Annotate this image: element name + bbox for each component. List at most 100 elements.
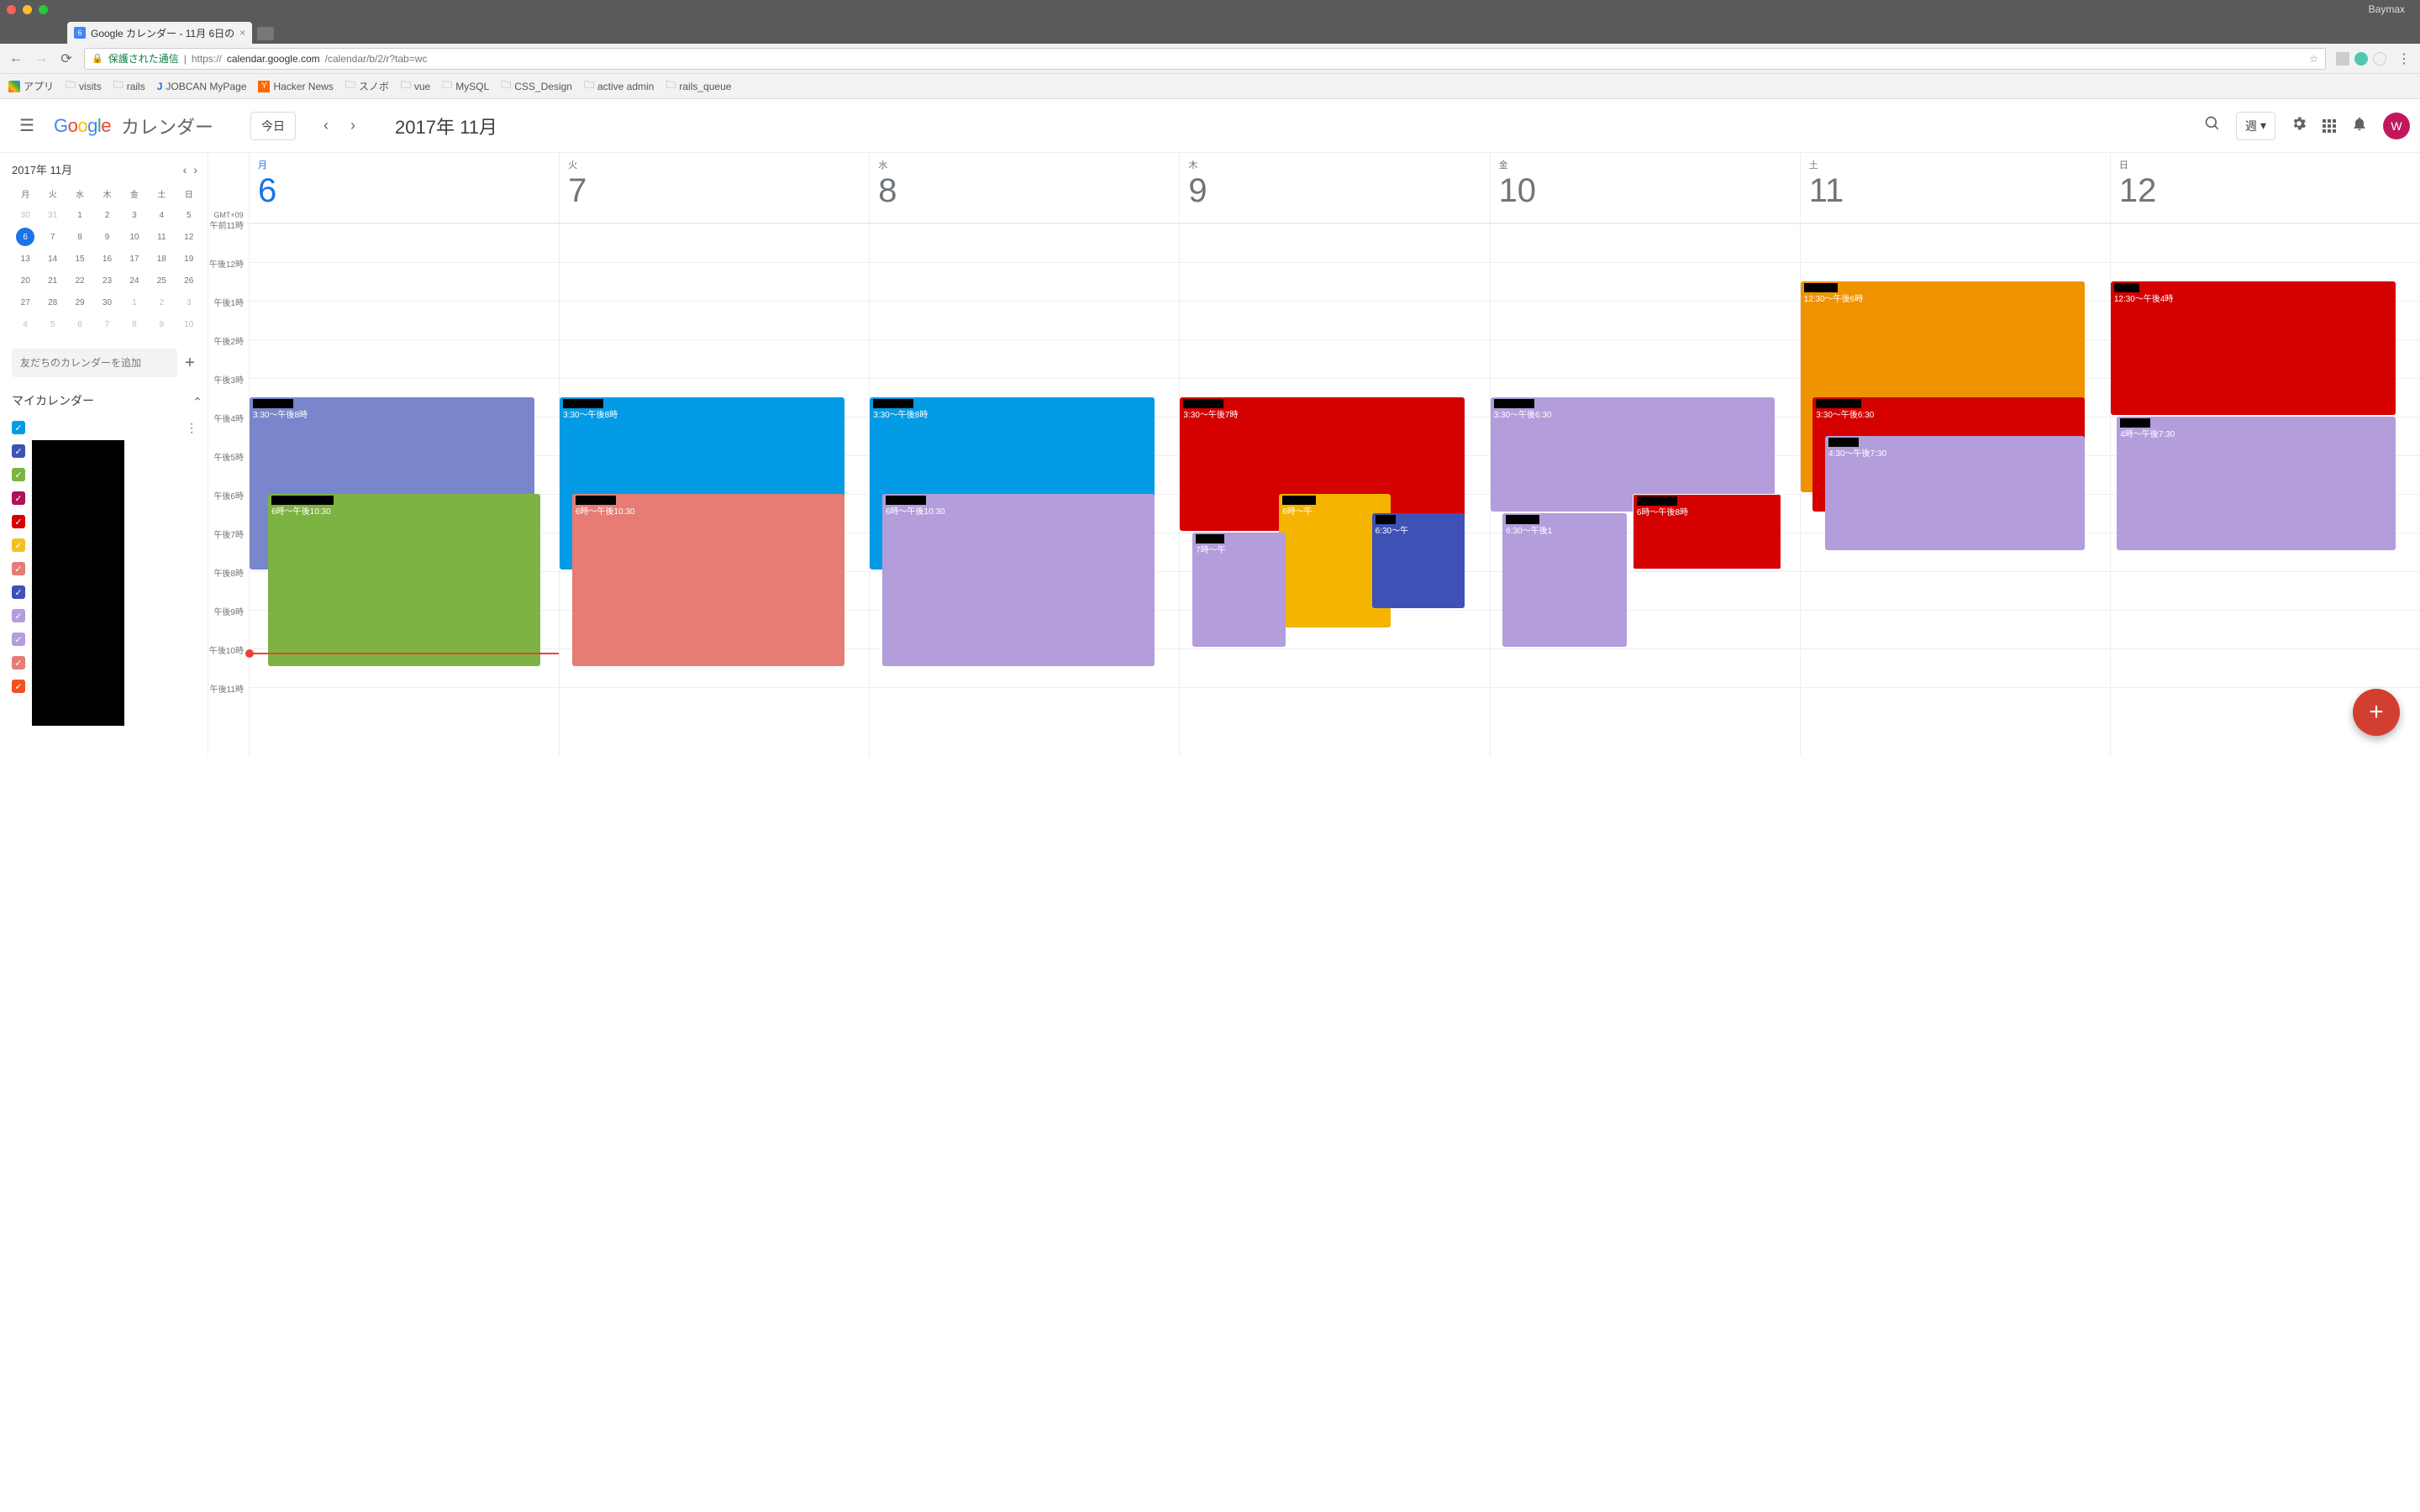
- mini-day[interactable]: 20: [12, 270, 39, 291]
- forward-icon[interactable]: →: [34, 51, 49, 66]
- calendar-event[interactable]: 6時〜午後10:30: [572, 494, 844, 666]
- calendar-checkbox[interactable]: ✓: [12, 421, 25, 434]
- mini-day[interactable]: 24: [121, 270, 148, 291]
- calendar-event[interactable]: 4時〜午後7:30: [2117, 417, 2395, 550]
- address-bar[interactable]: 🔒 保護された通信 | https://calendar.google.com/…: [84, 48, 2326, 70]
- create-event-fab[interactable]: +: [2353, 689, 2400, 736]
- mini-day[interactable]: 5: [176, 204, 203, 226]
- calendar-checkbox[interactable]: ✓: [12, 562, 25, 575]
- back-icon[interactable]: ←: [8, 51, 24, 66]
- bookmark-item[interactable]: JJOBCAN MyPage: [157, 81, 247, 92]
- mini-prev-icon[interactable]: ‹: [183, 163, 187, 176]
- add-friend-input[interactable]: [12, 349, 177, 377]
- mini-day[interactable]: 1: [121, 291, 148, 313]
- mini-day[interactable]: 8: [66, 226, 93, 248]
- google-apps-icon[interactable]: [2323, 119, 2336, 133]
- today-button[interactable]: 今日: [250, 112, 296, 140]
- calendar-checkbox[interactable]: ✓: [12, 585, 25, 599]
- mini-day[interactable]: 31: [39, 204, 66, 226]
- mini-next-icon[interactable]: ›: [193, 163, 197, 176]
- mini-day[interactable]: 3: [176, 291, 203, 313]
- mini-day[interactable]: 5: [39, 313, 66, 335]
- menu-icon[interactable]: ☰: [7, 115, 47, 136]
- mini-day[interactable]: 8: [121, 313, 148, 335]
- reload-icon[interactable]: ⟳: [59, 50, 74, 67]
- mini-day[interactable]: 22: [66, 270, 93, 291]
- calendar-checkbox[interactable]: ✓: [12, 491, 25, 505]
- mini-day[interactable]: 2: [93, 204, 120, 226]
- mini-day[interactable]: 17: [121, 248, 148, 270]
- mini-day[interactable]: 16: [93, 248, 120, 270]
- add-friend-plus-icon[interactable]: +: [177, 354, 203, 373]
- day-header[interactable]: 土11: [1800, 153, 2110, 223]
- day-column[interactable]: 12:30〜午後6時3:30〜午後6:304:30〜午後7:30: [1800, 223, 2110, 756]
- day-column[interactable]: 12:30〜午後4時4時〜午後7:30: [2110, 223, 2420, 756]
- extension-icon[interactable]: [2354, 52, 2368, 66]
- extension-icon[interactable]: [2336, 52, 2349, 66]
- bookmark-item[interactable]: 🗀active admin: [584, 77, 654, 95]
- mini-calendar[interactable]: 月火水木金土日303112345678910111213141516171819…: [12, 182, 203, 335]
- mini-day[interactable]: 13: [12, 248, 39, 270]
- calendar-checkbox[interactable]: ✓: [12, 515, 25, 528]
- mini-day[interactable]: 4: [12, 313, 39, 335]
- day-column[interactable]: 3:30〜午後7時6時〜午7時〜午6:30〜午: [1179, 223, 1489, 756]
- mini-day[interactable]: 10: [121, 226, 148, 248]
- mini-day[interactable]: 25: [148, 270, 175, 291]
- prev-period-icon[interactable]: ‹: [314, 112, 338, 140]
- calendar-event[interactable]: 6時〜午後8時: [1633, 494, 1781, 570]
- calendar-options-icon[interactable]: ⋮: [186, 421, 203, 435]
- notifications-icon[interactable]: [2351, 115, 2368, 137]
- search-icon[interactable]: [2204, 115, 2221, 137]
- chrome-menu-icon[interactable]: ⋮: [2396, 50, 2412, 67]
- mini-day[interactable]: 26: [176, 270, 203, 291]
- calendar-event[interactable]: 6:30〜午: [1372, 513, 1465, 608]
- mini-day[interactable]: 28: [39, 291, 66, 313]
- account-avatar[interactable]: W: [2383, 113, 2410, 139]
- mini-day[interactable]: 14: [39, 248, 66, 270]
- calendar-checkbox[interactable]: ✓: [12, 656, 25, 669]
- mini-day[interactable]: 7: [39, 226, 66, 248]
- gear-icon[interactable]: [2291, 115, 2307, 137]
- minimize-window-icon[interactable]: [23, 5, 32, 14]
- calendar-event[interactable]: 6:30〜午後1: [1502, 513, 1626, 647]
- calendar-checkbox[interactable]: ✓: [12, 633, 25, 646]
- mini-day[interactable]: 10: [176, 313, 203, 335]
- mini-day[interactable]: 1: [66, 204, 93, 226]
- extension-icon[interactable]: [2373, 52, 2386, 66]
- bookmark-item[interactable]: 🗀CSS_Design: [501, 77, 572, 95]
- mini-day[interactable]: 6: [66, 313, 93, 335]
- day-header[interactable]: 金10: [1490, 153, 1800, 223]
- mini-day[interactable]: 15: [66, 248, 93, 270]
- mini-day[interactable]: 21: [39, 270, 66, 291]
- calendar-event[interactable]: 6時〜午後10:30: [268, 494, 540, 666]
- bookmark-item[interactable]: 🗀visits: [66, 77, 102, 95]
- day-column[interactable]: 3:30〜午後8時6時〜午後10:30: [869, 223, 1179, 756]
- day-header[interactable]: 水8: [869, 153, 1179, 223]
- day-header[interactable]: 木9: [1179, 153, 1489, 223]
- bookmark-item[interactable]: 🗀MySQL: [442, 77, 489, 95]
- new-tab-button[interactable]: [257, 27, 274, 40]
- calendar-checkbox[interactable]: ✓: [12, 609, 25, 622]
- day-column[interactable]: 3:30〜午後8時6時〜午後10:30: [249, 223, 559, 756]
- view-selector[interactable]: 週▾: [2236, 112, 2275, 140]
- chevron-up-icon[interactable]: ⌄: [189, 394, 203, 408]
- next-period-icon[interactable]: ›: [341, 112, 365, 140]
- mini-day[interactable]: 27: [12, 291, 39, 313]
- zoom-window-icon[interactable]: [39, 5, 48, 14]
- calendar-event[interactable]: 4:30〜午後7:30: [1825, 436, 2085, 550]
- calendar-event[interactable]: 7時〜午: [1192, 533, 1285, 647]
- calendar-checkbox[interactable]: ✓: [12, 444, 25, 458]
- mini-day[interactable]: 3: [121, 204, 148, 226]
- close-window-icon[interactable]: [7, 5, 16, 14]
- day-header[interactable]: 日12: [2110, 153, 2420, 223]
- bookmark-item[interactable]: YHacker News: [258, 81, 333, 92]
- calendar-list-item[interactable]: ✓⋮: [12, 416, 203, 439]
- day-header[interactable]: 火7: [559, 153, 869, 223]
- bookmark-item[interactable]: 🗀スノボ: [345, 77, 389, 95]
- mini-day[interactable]: 4: [148, 204, 175, 226]
- day-column[interactable]: 3:30〜午後8時6時〜午後10:30: [559, 223, 869, 756]
- mini-day[interactable]: 30: [12, 204, 39, 226]
- mini-day[interactable]: 18: [148, 248, 175, 270]
- mini-day[interactable]: 23: [93, 270, 120, 291]
- mini-day[interactable]: 2: [148, 291, 175, 313]
